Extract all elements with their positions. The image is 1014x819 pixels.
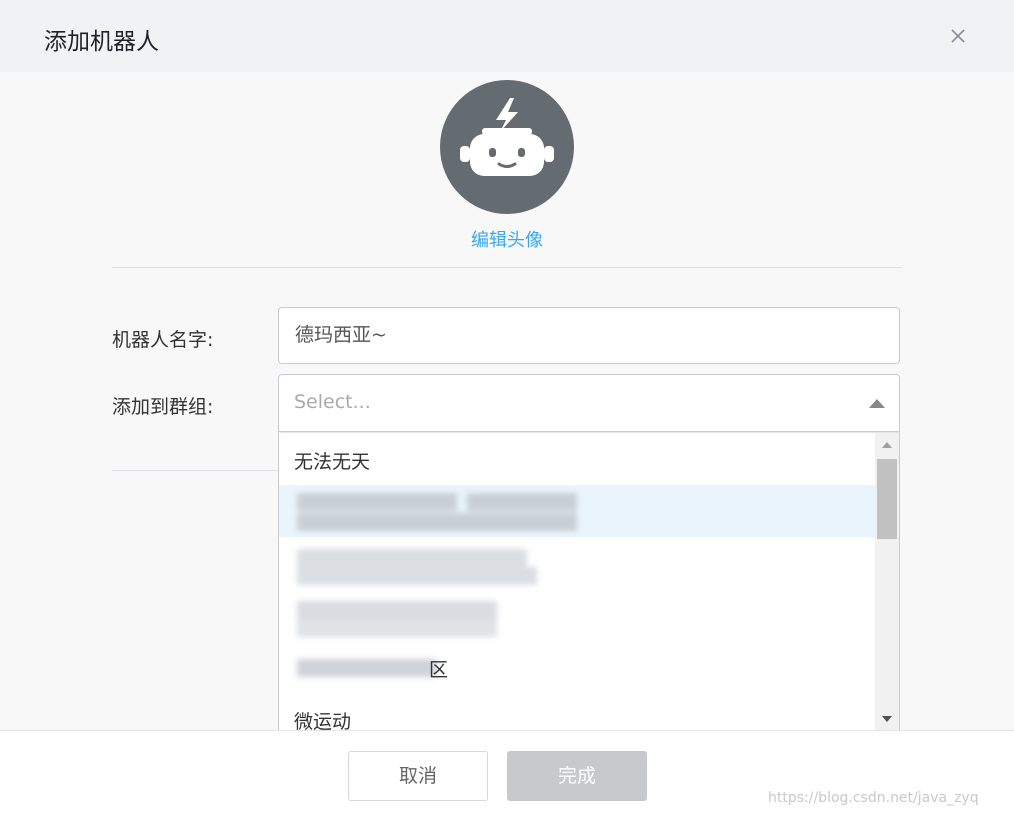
- group-option-label: 区: [429, 659, 449, 681]
- group-option[interactable]: [279, 589, 875, 641]
- cancel-button[interactable]: 取消: [348, 751, 488, 801]
- dropdown-scrollbar[interactable]: [875, 433, 899, 731]
- group-select[interactable]: Select...: [278, 374, 900, 432]
- group-option-label: 无法无天: [294, 451, 371, 473]
- group-option[interactable]: [279, 537, 875, 589]
- divider: [112, 267, 902, 268]
- redacted-text: [297, 597, 577, 637]
- watermark: https://blog.csdn.net/java_zyq: [768, 790, 979, 806]
- group-label: 添加到群组:: [112, 396, 214, 418]
- scrollbar-thumb[interactable]: [877, 459, 897, 539]
- divider: [112, 470, 278, 471]
- dialog-header: 添加机器人: [0, 0, 1014, 72]
- dialog-title: 添加机器人: [44, 29, 159, 55]
- group-option[interactable]: 微运动: [279, 693, 875, 732]
- group-dropdown-menu: 无法无天 区 微运动: [278, 432, 900, 732]
- add-robot-dialog: 添加机器人 编辑头像 机器人名字: 添加到群组: Select... 无法无天: [0, 0, 1014, 819]
- group-option[interactable]: 区: [279, 641, 875, 693]
- done-button[interactable]: 完成: [507, 751, 647, 801]
- redacted-text: [297, 493, 577, 533]
- edit-avatar-link[interactable]: 编辑头像: [0, 226, 1014, 252]
- group-option-label: 微运动: [294, 711, 352, 732]
- robot-avatar[interactable]: [440, 80, 574, 214]
- group-option[interactable]: 无法无天: [279, 433, 875, 485]
- group-select-placeholder: Select...: [294, 391, 371, 413]
- robot-name-input[interactable]: [278, 307, 900, 364]
- robot-name-label: 机器人名字:: [112, 329, 214, 351]
- redacted-text: [297, 649, 437, 689]
- close-icon[interactable]: [946, 24, 970, 48]
- caret-up-icon[interactable]: [869, 399, 885, 408]
- scroll-down-arrow-icon[interactable]: [882, 716, 892, 722]
- group-option[interactable]: [279, 485, 875, 537]
- robot-icon: [460, 98, 554, 176]
- redacted-text: [297, 545, 577, 585]
- scroll-up-arrow-icon[interactable]: [882, 442, 892, 448]
